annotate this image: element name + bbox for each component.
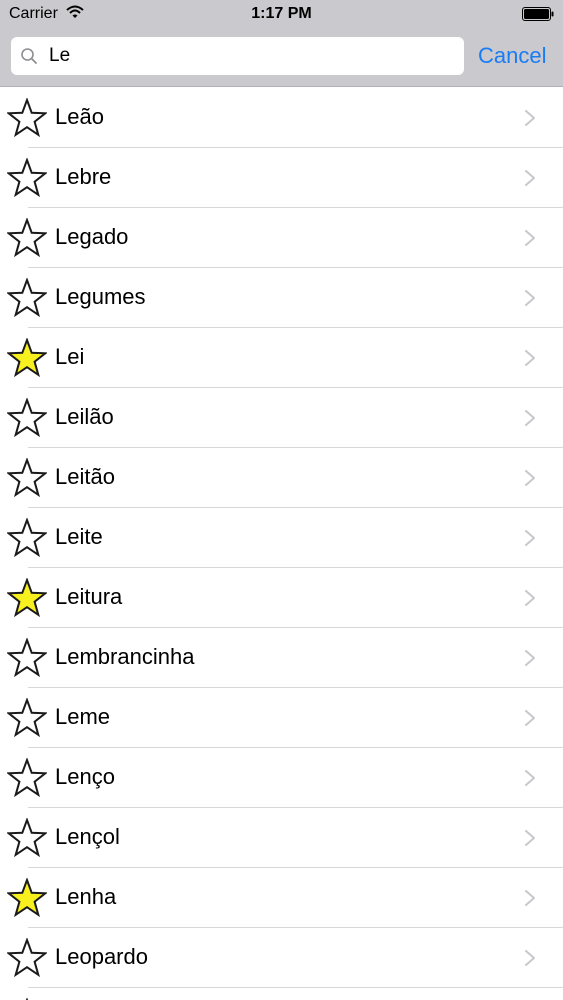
star-outline-icon[interactable] [7,698,47,738]
screen: Carrier 1:17 PM Cancel Le [0,0,563,1000]
list-item[interactable]: Legumes [0,268,563,328]
search-header: Carrier 1:17 PM Cancel [0,0,563,87]
star-outline-icon[interactable] [7,518,47,558]
chevron-right-icon [525,110,535,126]
list-item[interactable]: Leitura [0,568,563,628]
chevron-right-icon [525,170,535,186]
status-bar: Carrier 1:17 PM [0,0,563,30]
chevron-right-icon [525,230,535,246]
list-item-label: Lebre [55,164,112,189]
search-input[interactable] [49,37,449,75]
star-outline-icon[interactable] [7,398,47,438]
list-item[interactable]: Lençol [0,808,563,868]
list-item[interactable]: Leão [0,88,563,148]
list-item[interactable]: Leitão [0,448,563,508]
list-item-label: Leitura [55,584,123,609]
cancel-button[interactable]: Cancel [478,41,546,71]
list-item[interactable]: Lei [0,328,563,388]
list-item-label: Lembrancinha [55,644,195,669]
list-item-label: Leite [55,524,103,549]
list-item-label: Legado [55,224,129,249]
star-outline-icon[interactable] [7,278,47,318]
star-outline-icon[interactable] [7,158,47,198]
list-item[interactable]: Leopardo [0,928,563,988]
chevron-right-icon [525,470,535,486]
star-outline-icon[interactable] [7,98,47,138]
list-item-label: Lençol [55,824,120,849]
chevron-right-icon [525,410,535,426]
list-item-label: Legumes [55,284,146,309]
star-filled-icon[interactable] [7,578,47,618]
star-outline-icon[interactable] [7,218,47,258]
search-icon [21,48,37,64]
battery-icon [522,7,554,21]
star-outline-icon[interactable] [7,818,47,858]
chevron-right-icon [525,950,535,966]
chevron-right-icon [525,350,535,366]
star-filled-icon[interactable] [7,878,47,918]
list-item[interactable]: Legado [0,208,563,268]
star-outline-icon[interactable] [7,638,47,678]
chevron-right-icon [525,530,535,546]
list-item[interactable]: Lenço [0,748,563,808]
list-item-label: Lei [55,344,85,369]
search-results-list[interactable]: Leão Lebre Legado Legumes Lei Leilão Lei… [0,88,563,1000]
list-item[interactable] [0,988,563,1000]
list-item[interactable]: Leilão [0,388,563,448]
list-item-label: Leopardo [55,944,148,969]
list-item[interactable]: Lebre [0,148,563,208]
chevron-right-icon [525,890,535,906]
chevron-right-icon [525,830,535,846]
chevron-right-icon [525,290,535,306]
list-item[interactable]: Leme [0,688,563,748]
star-outline-icon[interactable] [7,758,47,798]
chevron-right-icon [525,770,535,786]
star-filled-icon[interactable] [7,338,47,378]
list-item[interactable]: Leite [0,508,563,568]
list-item-label: Leitão [55,464,115,489]
chevron-right-icon [525,710,535,726]
star-outline-icon[interactable] [7,458,47,498]
star-outline-icon[interactable] [7,938,47,978]
list-item[interactable]: Lembrancinha [0,628,563,688]
chevron-right-icon [525,590,535,606]
list-item-label: Leilão [55,404,114,429]
search-field[interactable] [11,37,464,75]
list-item-label: Lenço [55,764,115,789]
list-item-label: Leão [55,104,104,129]
clock-label: 1:17 PM [251,5,312,22]
chevron-right-icon [525,650,535,666]
list-item-label: Lenha [55,884,117,909]
list-item-label: Leme [55,704,111,729]
list-item[interactable]: Lenha [0,868,563,928]
